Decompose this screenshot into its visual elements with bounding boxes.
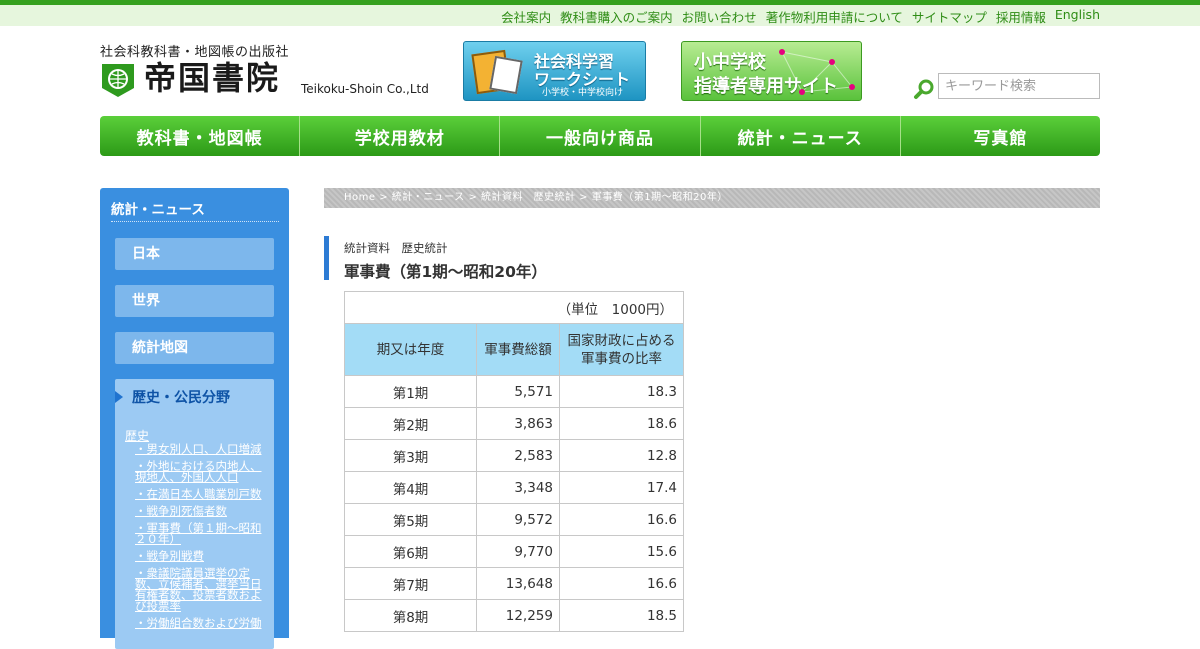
top-link-recruit[interactable]: 採用情報 <box>996 7 1046 26</box>
page-subheading: 統計資料 歴史統計 <box>344 241 448 255</box>
table-cell: 15.6 <box>559 535 684 568</box>
nav-general-products[interactable]: 一般向け商品 <box>500 116 701 156</box>
table-cell: 16.6 <box>559 567 684 600</box>
table-cell: 第2期 <box>344 407 477 440</box>
sidebar-links: ・男女別人口、人口増減 ・外地における内地人、現地人、外国人人口 ・在満日本人職… <box>135 443 271 635</box>
table-header: 期又は年度 <box>344 323 477 376</box>
table-cell: 5,571 <box>476 375 560 408</box>
table-cell: 9,770 <box>476 535 560 568</box>
worksheet-banner[interactable]: 社会科学習 ワークシート 小学校・中学校向け <box>463 41 646 101</box>
teachers-site-banner[interactable]: 小中学校 指導者専用サイト <box>681 41 862 101</box>
sidebar-title: 統計・ニュース <box>111 202 205 218</box>
sidebar-link[interactable]: ・衆議院議員選挙の定数、立候補者、選挙当日有権者数、投票者数および投票率 <box>135 567 271 612</box>
top-link-english[interactable]: English <box>1055 7 1100 26</box>
logo-english: Teikoku-Shoin Co.,Ltd <box>301 82 429 96</box>
table-row: 第7期 13,648 16.6 <box>344 567 684 600</box>
top-links: 会社案内 教科書購入のご案内 お問い合わせ 著作物利用申請について サイトマップ… <box>501 7 1100 26</box>
heading-accent-bar <box>324 236 329 280</box>
table-row: 第8期 12,259 18.5 <box>344 599 684 632</box>
sidebar-item-stat-maps[interactable]: 統計地図 <box>115 332 274 364</box>
table-cell: 第3期 <box>344 439 477 472</box>
table-cell: 3,348 <box>476 471 560 504</box>
table-header-text: 国家財政に占める軍事費の比率 <box>567 332 676 367</box>
sidebar: 統計・ニュース 日本 世界 統計地図 歴史・公民分野 歴史 ・男女別人口、人口増… <box>100 188 289 649</box>
sidebar-item-japan[interactable]: 日本 <box>115 238 274 270</box>
sidebar-link[interactable]: ・男女別人口、人口増減 <box>135 443 271 455</box>
logo-globe-icon[interactable] <box>100 62 136 98</box>
table-cell: 12.8 <box>559 439 684 472</box>
table-row: 第6期 9,770 15.6 <box>344 535 684 568</box>
table-row: 第1期 5,571 18.3 <box>344 375 684 408</box>
search-icon[interactable] <box>913 78 935 100</box>
table-cell: 第8期 <box>344 599 477 632</box>
table-header: 軍事費総額 <box>476 323 560 376</box>
table-unit: （単位 1000円） <box>344 291 684 324</box>
table-cell: 12,259 <box>476 599 560 632</box>
table-header: 国家財政に占める軍事費の比率 <box>559 323 684 376</box>
table-row: 第4期 3,348 17.4 <box>344 471 684 504</box>
table-cell: 17.4 <box>559 471 684 504</box>
top-utility-bar: 会社案内 教科書購入のご案内 お問い合わせ 著作物利用申請について サイトマップ… <box>0 0 1200 26</box>
military-expense-table: （単位 1000円） 期又は年度 軍事費総額 国家財政に占める軍事費の比率 第1… <box>344 291 684 632</box>
sidebar-link[interactable]: ・戦争別死傷者数 <box>135 505 271 517</box>
teachers-banner-line1: 小中学校 <box>694 52 766 73</box>
table-header-row: 期又は年度 軍事費総額 国家財政に占める軍事費の比率 <box>344 323 684 376</box>
table-cell: 第6期 <box>344 535 477 568</box>
top-link-contact[interactable]: お問い合わせ <box>682 7 757 26</box>
arrow-right-icon <box>115 391 123 403</box>
notebook-icon <box>489 55 523 95</box>
nav-photo-library[interactable]: 写真館 <box>901 116 1100 156</box>
sidebar-link[interactable]: ・在満日本人職業別戸数 <box>135 488 271 500</box>
table-cell: 13,648 <box>476 567 560 600</box>
teachers-banner-line2: 指導者専用サイト <box>694 76 838 97</box>
nav-school-materials[interactable]: 学校用教材 <box>300 116 501 156</box>
table-row: 第5期 9,572 16.6 <box>344 503 684 536</box>
sidebar-link[interactable]: ・外地における内地人、現地人、外国人人口 <box>135 460 271 483</box>
table-cell: 18.6 <box>559 407 684 440</box>
sidebar-link[interactable]: ・軍事費（第１期～昭和２０年） <box>135 522 271 545</box>
table-cell: 第5期 <box>344 503 477 536</box>
nav-textbooks[interactable]: 教科書・地図帳 <box>100 116 301 156</box>
breadcrumb[interactable]: Home > 統計・ニュース > 統計資料 歴史統計 > 軍事費（第1期～昭和2… <box>324 188 1100 208</box>
sidebar-link[interactable]: ・労働組合数および労働 <box>135 617 271 629</box>
top-link-sitemap[interactable]: サイトマップ <box>912 7 987 26</box>
table-cell: 9,572 <box>476 503 560 536</box>
top-link-textbook-purchase[interactable]: 教科書購入のご案内 <box>560 7 673 26</box>
sidebar-open-title[interactable]: 歴史・公民分野 <box>132 387 230 407</box>
table-cell: 3,863 <box>476 407 560 440</box>
table-cell: 16.6 <box>559 503 684 536</box>
table-cell: 第4期 <box>344 471 477 504</box>
table-row: 第3期 2,583 12.8 <box>344 439 684 472</box>
search-input[interactable] <box>938 73 1100 99</box>
worksheet-banner-line3: 小学校・中学校向け <box>542 88 624 98</box>
sidebar-item-world[interactable]: 世界 <box>115 285 274 317</box>
table-unit-row: （単位 1000円） <box>344 291 684 324</box>
table-cell: 18.3 <box>559 375 684 408</box>
global-nav: 教科書・地図帳 学校用教材 一般向け商品 統計・ニュース 写真館 <box>100 116 1100 156</box>
page-title: 軍事費（第1期～昭和20年） <box>344 263 547 281</box>
table-row: 第2期 3,863 18.6 <box>344 407 684 440</box>
table-cell: 第7期 <box>344 567 477 600</box>
nav-statistics-news[interactable]: 統計・ニュース <box>701 116 901 156</box>
table-cell: 第1期 <box>344 375 477 408</box>
logo-name[interactable]: 帝国書院 <box>144 58 280 98</box>
top-link-copyright[interactable]: 著作物利用申請について <box>766 7 903 26</box>
sidebar-link[interactable]: ・戦争別戦費 <box>135 550 271 562</box>
table-cell: 18.5 <box>559 599 684 632</box>
table-cell: 2,583 <box>476 439 560 472</box>
sidebar-divider <box>111 221 279 222</box>
sidebar-item-history-civics: 歴史・公民分野 歴史 ・男女別人口、人口増減 ・外地における内地人、現地人、外国… <box>115 379 274 649</box>
top-link-company[interactable]: 会社案内 <box>501 7 551 26</box>
